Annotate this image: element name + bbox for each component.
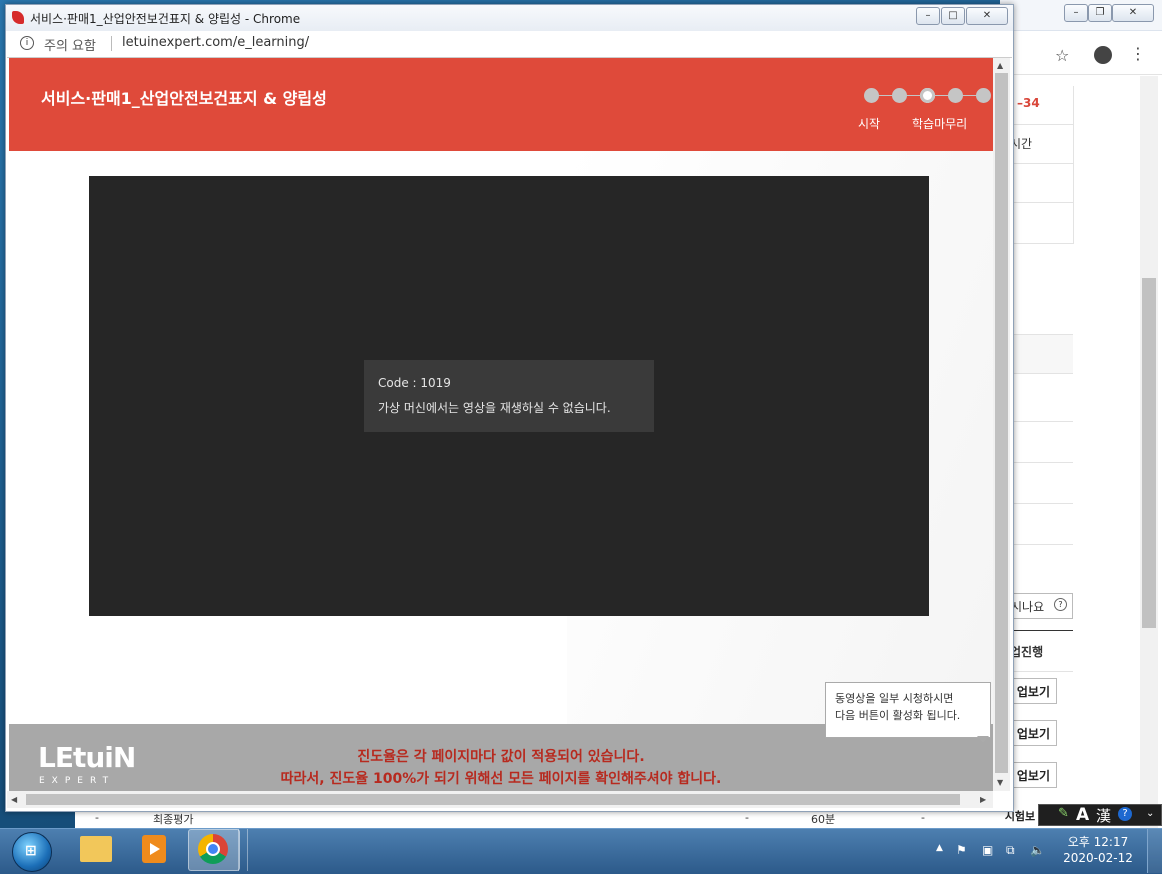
- row-cell: -: [95, 811, 99, 824]
- play-icon: [150, 843, 160, 855]
- video-error-box: Code : 1019 가상 머신에서는 영상을 재생하실 수 없습니다.: [364, 360, 654, 432]
- show-hidden-icons-icon[interactable]: ▲: [936, 843, 943, 853]
- windows-logo-icon: ⊞: [25, 843, 37, 859]
- maximize-icon[interactable]: □: [941, 7, 965, 25]
- ime-pen-icon[interactable]: ✎: [1058, 806, 1069, 821]
- background-table-cell: –34: [1005, 86, 1074, 125]
- profile-avatar-icon[interactable]: [1094, 46, 1112, 64]
- ime-help-icon[interactable]: ?: [1118, 807, 1132, 821]
- course-header: 서비스·판매1_산업안전보건표지 & 양립성 시작 학습마무리: [9, 58, 993, 151]
- page-content: 서비스·판매1_산업안전보건표지 & 양립성 시작 학습마무리 Code : 1…: [7, 58, 993, 791]
- progress-notice-line1: 진도율은 각 페이지마다 값이 적용되어 있습니다.: [357, 749, 645, 765]
- popup-window-title: 서비스·판매1_산업안전보건표지 & 양립성 - Chrome: [30, 12, 301, 26]
- error-message: 가상 머신에서는 영상을 재생하실 수 없습니다.: [378, 401, 611, 415]
- clock-time[interactable]: 오후 12:17: [1058, 833, 1138, 850]
- progress-header-text: 업진행: [1010, 645, 1044, 659]
- ime-options-icon[interactable]: ⌄: [1146, 808, 1154, 819]
- horizontal-scrollbar-thumb[interactable]: [26, 794, 960, 805]
- restore-icon[interactable]: ❐: [1088, 4, 1112, 22]
- course-title: 서비스·판매1_산업안전보건표지 & 양립성: [41, 89, 327, 108]
- e-learning-popup-window: 서비스·판매1_산업안전보건표지 & 양립성 - Chrome – □ ✕ i …: [5, 4, 1014, 812]
- row-cell: -: [921, 811, 925, 824]
- minimize-icon[interactable]: –: [916, 7, 940, 25]
- tooltip-arrow: [977, 736, 989, 743]
- volume-icon[interactable]: 🔈: [1030, 843, 1045, 857]
- tooltip-line1: 동영상을 일부 시청하시면: [835, 692, 954, 705]
- progress-step-dot[interactable]: [976, 88, 991, 103]
- info-icon[interactable]: i: [20, 36, 34, 50]
- scroll-down-arrow-icon[interactable]: ▼: [997, 778, 1003, 787]
- error-code: Code : 1019: [378, 376, 451, 390]
- help-button-label: 시나요: [1011, 600, 1045, 614]
- url-text[interactable]: letuinexpert.com/e_learning/: [122, 35, 309, 50]
- minimize-icon[interactable]: –: [1064, 4, 1088, 22]
- action-center-flag-icon[interactable]: ⚑: [956, 843, 967, 857]
- menu-kebab-icon[interactable]: ⋮: [1130, 44, 1146, 63]
- video-player[interactable]: Code : 1019 가상 머신에서는 영상을 재생하실 수 없습니다.: [89, 176, 929, 616]
- vertical-scrollbar-thumb[interactable]: [995, 73, 1008, 773]
- progress-step-dot[interactable]: [864, 88, 879, 103]
- clock-date[interactable]: 2020-02-12: [1058, 851, 1138, 865]
- progress-step-dot[interactable]: [948, 88, 963, 103]
- scroll-right-arrow-icon[interactable]: ▶: [980, 795, 986, 804]
- background-progress-header: 업진행: [1005, 630, 1073, 672]
- background-scrollbar-thumb[interactable]: [1142, 278, 1156, 628]
- address-separator: [111, 36, 112, 51]
- background-browser-toolbar: ☆ ⋮: [1000, 40, 1162, 75]
- folder-icon: [80, 836, 112, 862]
- background-window-titlebar: – ❐ ✕: [1000, 0, 1162, 31]
- next-button-tooltip: 동영상을 일부 시청하시면 다음 버튼이 활성화 됩니다.: [825, 682, 991, 738]
- ime-hanja-button[interactable]: 漢: [1096, 805, 1111, 826]
- background-table-cell: 시간: [1005, 125, 1074, 164]
- bookmark-star-icon[interactable]: ☆: [1055, 46, 1069, 65]
- background-table-row: [1005, 334, 1073, 374]
- row-cell: 최종평가: [153, 813, 194, 826]
- step-start-label: 시작: [858, 117, 881, 131]
- background-table-row: [1005, 373, 1073, 422]
- ime-mode-indicator[interactable]: A: [1076, 805, 1089, 825]
- scroll-up-arrow-icon[interactable]: ▲: [997, 61, 1003, 70]
- chrome-icon-center: [206, 842, 220, 856]
- device-icon[interactable]: ▣: [982, 843, 993, 857]
- background-table-row: [1005, 422, 1073, 463]
- background-table-cell: [1005, 203, 1074, 244]
- site-favicon-icon: [12, 11, 24, 24]
- progress-step-dot[interactable]: [892, 88, 907, 103]
- row-cell: -: [745, 811, 749, 824]
- background-table-row: [1005, 504, 1073, 545]
- security-warning-text[interactable]: 주의 요함: [44, 35, 96, 54]
- background-table-row: [1005, 463, 1073, 504]
- address-bar[interactable]: i 주의 요함 letuinexpert.com/e_learning/: [7, 31, 1012, 58]
- tooltip-line2: 다음 버튼이 활성화 됩니다.: [835, 709, 961, 722]
- background-table-cell: [1005, 164, 1074, 203]
- taskbar-grouped-window[interactable]: [238, 829, 248, 871]
- show-desktop-button[interactable]: [1147, 829, 1162, 873]
- row-cell: 60분: [811, 813, 836, 826]
- scroll-left-arrow-icon[interactable]: ◀: [11, 795, 17, 804]
- question-icon: ?: [1054, 598, 1067, 611]
- close-icon[interactable]: ✕: [1112, 4, 1154, 22]
- close-icon[interactable]: ✕: [966, 7, 1008, 25]
- popup-titlebar: 서비스·판매1_산업안전보건표지 & 양립성 - Chrome – □ ✕: [6, 5, 1013, 31]
- network-icon[interactable]: ⧉: [1006, 843, 1015, 858]
- cell-text: –34: [1017, 96, 1040, 110]
- background-help-button[interactable]: 시나요 ?: [1005, 593, 1073, 619]
- progress-notice-line2: 따라서, 진도율 100%가 되기 위해선 모든 페이지를 확인해주셔야 합니다…: [280, 771, 722, 787]
- progress-step-dot[interactable]: [920, 88, 935, 103]
- step-finish-label: 학습마무리: [912, 117, 968, 131]
